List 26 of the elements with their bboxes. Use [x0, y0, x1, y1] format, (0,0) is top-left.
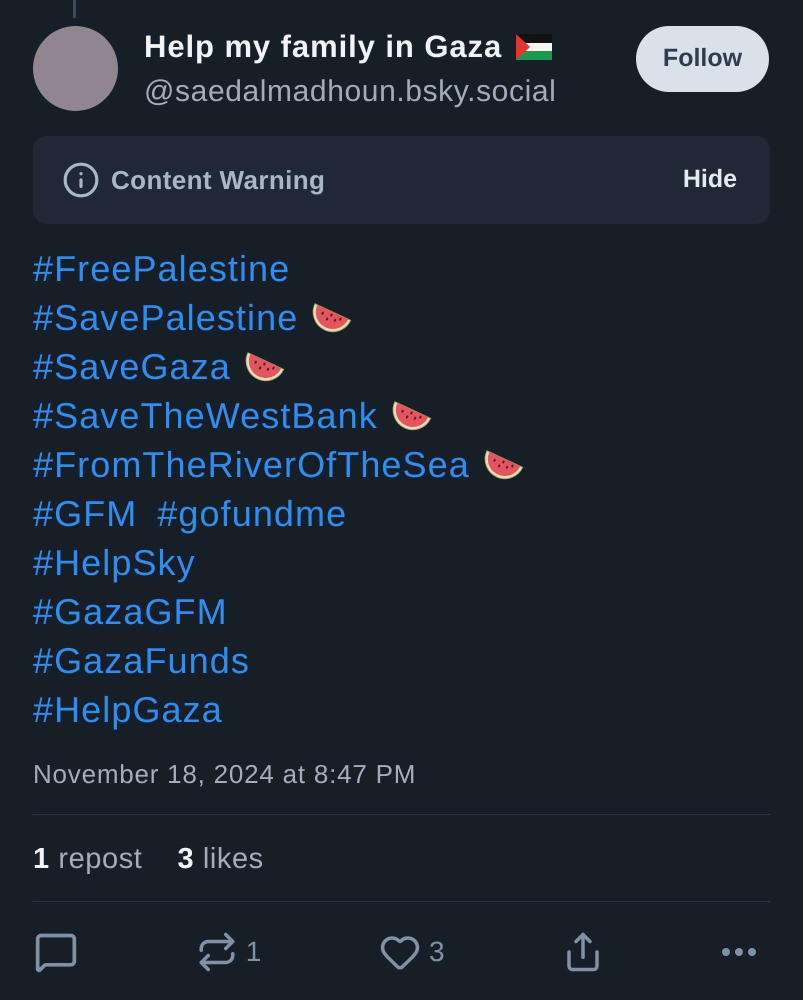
hashtag-link[interactable]: #GFM	[33, 492, 138, 534]
stat-count[interactable]: 3 likes	[177, 843, 264, 875]
hashtag-link[interactable]: #FromTheRiverOfTheSea	[33, 444, 470, 486]
more-icon	[722, 948, 756, 956]
stat-count[interactable]: 1 repost	[33, 843, 142, 875]
hashtag-link[interactable]: #SaveGaza	[33, 346, 231, 388]
hashtag-link[interactable]: #HelpGaza	[33, 688, 223, 730]
hashtag-link[interactable]: #gofundme	[157, 492, 348, 534]
hashtag-link[interactable]: #HelpSky	[33, 542, 196, 584]
hashtag-link[interactable]: #SavePalestine	[33, 296, 298, 338]
author-handle[interactable]: @saedalmadhoun.bsky.social	[144, 75, 556, 109]
info-icon	[62, 161, 100, 199]
repost-button[interactable]: 1	[196, 931, 262, 973]
like-button[interactable]: 3	[378, 931, 445, 973]
author-name[interactable]: Help my family in Gaza	[144, 29, 502, 65]
more-button[interactable]	[722, 948, 756, 956]
hide-button[interactable]: Hide	[682, 161, 737, 199]
content-warning-label: Content Warning	[111, 164, 326, 196]
hashtag-link[interactable]: #FreePalestine	[33, 248, 290, 290]
follow-button[interactable]: Follow	[636, 26, 769, 92]
flag-icon	[516, 34, 552, 60]
post-timestamp: November 18, 2024 at 8:47 PM	[33, 759, 416, 789]
thread-line	[73, 0, 76, 18]
hashtag-link[interactable]: #GazaFunds	[33, 640, 250, 682]
hashtag-link[interactable]: #SaveTheWestBank	[33, 394, 378, 436]
hashtag-link[interactable]: #GazaGFM	[33, 590, 228, 632]
